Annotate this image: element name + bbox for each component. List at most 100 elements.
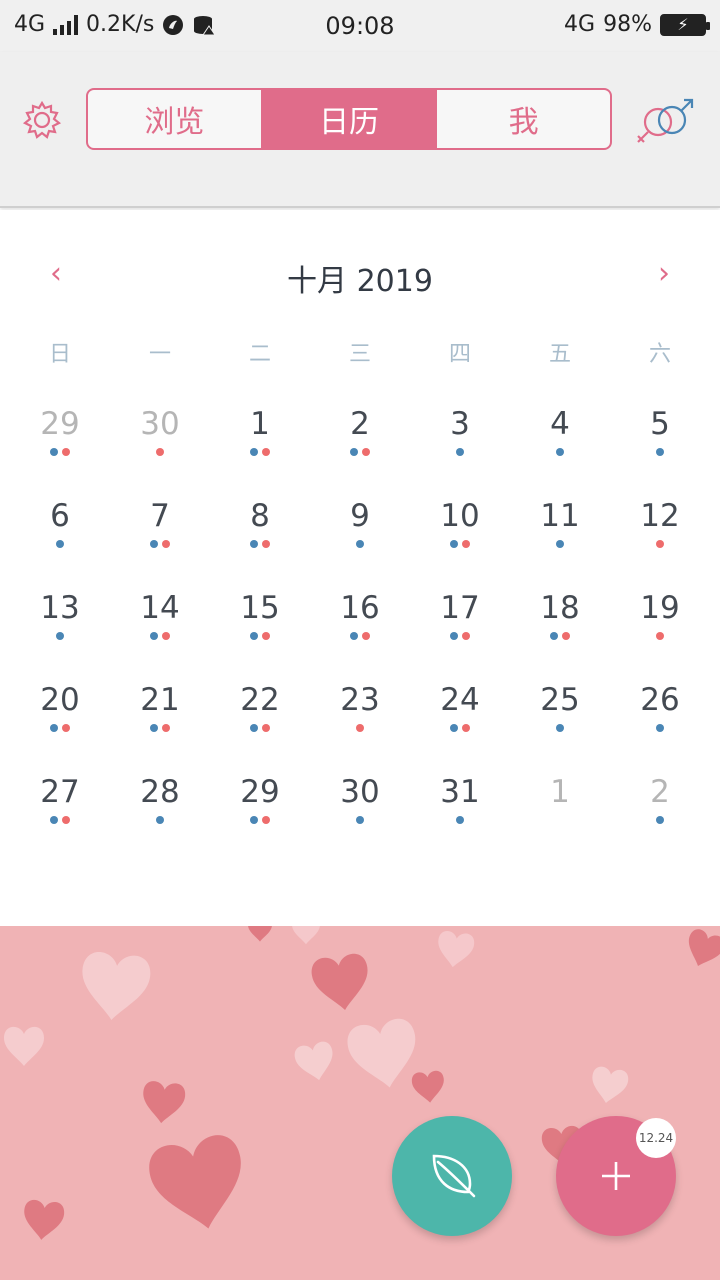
day-markers [310,540,410,548]
red-marker-dot [156,448,164,456]
day-number: 1 [250,406,270,442]
calendar-day[interactable]: 20 [10,682,110,774]
gender-icon[interactable] [634,96,698,148]
calendar-day[interactable]: 29 [210,774,310,866]
blue-marker-dot [350,632,358,640]
day-markers [410,540,510,548]
day-number: 28 [140,774,180,810]
date-badge: 12.24 [636,1118,676,1158]
day-markers [410,632,510,640]
tab-browse[interactable]: 浏览 [88,90,261,148]
calendar-day[interactable]: 19 [610,590,710,682]
calendar-day[interactable]: 13 [10,590,110,682]
leaf-icon [432,1154,476,1198]
day-number: 5 [650,406,670,442]
blue-marker-dot [56,632,64,640]
day-number: 15 [240,590,280,626]
calendar-day[interactable]: 12 [610,498,710,590]
calendar-day[interactable]: 30 [110,406,210,498]
blue-marker-dot [556,724,564,732]
weekday-label: 一 [148,342,171,367]
red-marker-dot [162,540,170,548]
calendar-day[interactable]: 25 [510,682,610,774]
status-right: 4G 98% ⚡ [564,12,710,37]
red-marker-dot [262,448,270,456]
tab-me[interactable]: 我 [435,90,610,148]
red-marker-dot [462,632,470,640]
day-number: 17 [440,590,480,626]
calendar-day[interactable]: 7 [110,498,210,590]
calendar-day[interactable]: 14 [110,590,210,682]
calendar-day[interactable]: 11 [510,498,610,590]
blue-marker-dot [656,816,664,824]
day-number: 25 [540,682,580,718]
weekday-label: 日 [48,342,71,367]
day-number: 22 [240,682,280,718]
day-markers [210,816,310,824]
day-markers [510,448,610,456]
blue-marker-dot [150,540,158,548]
calendar-day[interactable]: 10 [410,498,510,590]
blue-marker-dot [350,448,358,456]
red-marker-dot [162,724,170,732]
calendar-day[interactable]: 28 [110,774,210,866]
red-marker-dot [262,632,270,640]
day-markers [310,448,410,456]
red-marker-dot [62,448,70,456]
calendar-day[interactable]: 3 [410,406,510,498]
calendar-day[interactable]: 22 [210,682,310,774]
calendar-day[interactable]: 1 [210,406,310,498]
day-number: 29 [240,774,280,810]
calendar-day[interactable]: 30 [310,774,410,866]
calendar-day[interactable]: 27 [10,774,110,866]
red-marker-dot [462,724,470,732]
calendar-day[interactable]: 2 [610,774,710,866]
calendar-week-row: 20 21 22 23 24 25 26 [10,682,710,774]
calendar-day[interactable]: 24 [410,682,510,774]
calendar-day[interactable]: 23 [310,682,410,774]
plus-icon [602,1162,630,1190]
battery-icon: ⚡ [660,13,710,36]
decorative-hearts-area: 12.24 [0,926,720,1280]
calendar-day[interactable]: 21 [110,682,210,774]
calendar-day[interactable]: 6 [10,498,110,590]
leaf-button[interactable] [392,1116,512,1236]
weekday-label: 四 [448,342,471,367]
calendar-day[interactable]: 26 [610,682,710,774]
calendar-day[interactable]: 31 [410,774,510,866]
day-markers [410,816,510,824]
red-marker-dot [656,632,664,640]
blue-marker-dot [250,540,258,548]
segmented-tabs: 浏览 日历 我 [86,88,612,150]
calendar-day[interactable]: 8 [210,498,310,590]
day-number: 2 [350,406,370,442]
calendar-day[interactable]: 29 [10,406,110,498]
blue-marker-dot [250,632,258,640]
day-markers [310,632,410,640]
tab-calendar[interactable]: 日历 [260,90,436,148]
calendar-day[interactable]: 5 [610,406,710,498]
calendar-day[interactable]: 4 [510,406,610,498]
blue-marker-dot [50,816,58,824]
calendar-day[interactable]: 2 [310,406,410,498]
day-number: 13 [40,590,80,626]
day-number: 30 [140,406,180,442]
red-marker-dot [356,724,364,732]
calendar-day[interactable]: 15 [210,590,310,682]
calendar-day[interactable]: 16 [310,590,410,682]
calendar-week-row: 27 28 29 30 31 1 2 [10,774,710,866]
red-marker-dot [362,448,370,456]
day-markers [10,724,110,732]
settings-gear-icon[interactable] [22,100,62,140]
day-markers [110,448,210,456]
day-markers [10,632,110,640]
calendar-day[interactable]: 9 [310,498,410,590]
calendar-day[interactable]: 1 [510,774,610,866]
next-month-chevron-icon[interactable]: › [650,259,678,289]
calendar-day[interactable]: 17 [410,590,510,682]
day-markers [510,632,610,640]
weekday-label: 六 [648,342,671,367]
red-marker-dot [262,724,270,732]
day-markers [210,724,310,732]
calendar-day[interactable]: 18 [510,590,610,682]
